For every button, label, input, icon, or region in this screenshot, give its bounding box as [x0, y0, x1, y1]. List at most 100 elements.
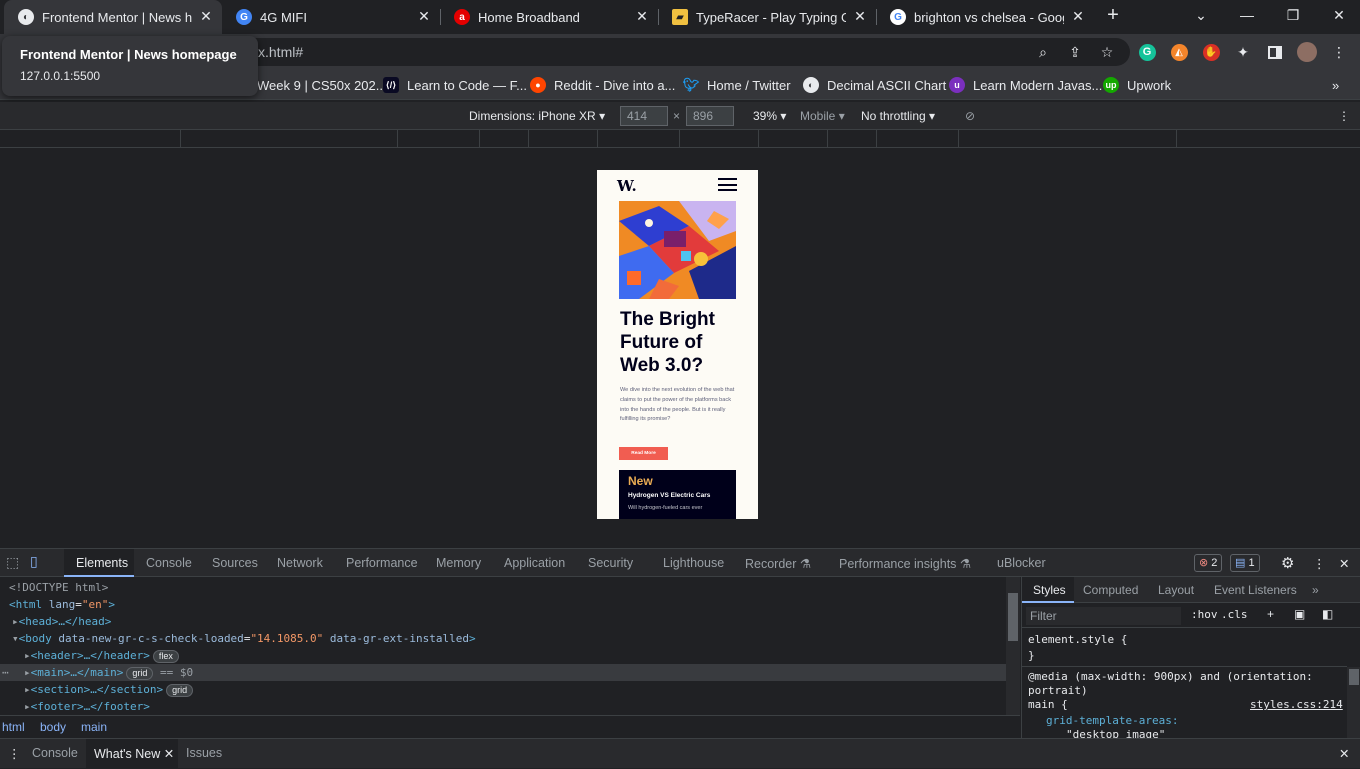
inspect-icon[interactable]: ⬚: [6, 554, 19, 571]
tab-security[interactable]: Security: [588, 556, 633, 570]
dom-dots-icon[interactable]: ⋯: [2, 664, 9, 681]
zoom-select[interactable]: 39% ▾: [753, 109, 786, 123]
expand-arrow-icon[interactable]: ▸: [24, 649, 31, 662]
bookmark-twitter[interactable]: 🐦︎ Home / Twitter: [683, 76, 791, 94]
tab-typeracer[interactable]: ▰ TypeRacer - Play Typing Gam ✕: [658, 0, 876, 34]
tab-recorder[interactable]: Recorder ⚗: [745, 556, 811, 571]
dom-line[interactable]: ▸<section>…</section> grid: [0, 681, 1006, 698]
tab-memory[interactable]: Memory: [436, 556, 481, 570]
dom-tree[interactable]: <!DOCTYPE html> <html lang="en"> ▸<head>…: [0, 577, 1006, 715]
drawer-tab-whats-new[interactable]: What's New ✕: [94, 746, 174, 761]
ublock-icon[interactable]: ✋: [1201, 42, 1221, 62]
expand-arrow-icon[interactable]: ▸: [24, 700, 31, 713]
close-tab-icon[interactable]: ✕: [198, 8, 214, 24]
scroll-thumb[interactable]: [1349, 669, 1359, 685]
close-drawer-icon[interactable]: ✕: [1339, 746, 1349, 761]
bookmark-upwork[interactable]: up Upwork: [1103, 76, 1171, 94]
rotate-icon[interactable]: ⊘: [965, 109, 975, 123]
devtools-more-icon[interactable]: ⋮: [1313, 556, 1326, 571]
collapse-arrow-icon[interactable]: ▾: [12, 632, 19, 645]
tab-4g-mifi[interactable]: G 4G MIFI ✕: [222, 0, 440, 34]
hamburger-menu-icon[interactable]: [718, 178, 737, 191]
extensions-puzzle-icon[interactable]: ✦: [1233, 42, 1253, 62]
drawer-menu-icon[interactable]: ⋮: [8, 746, 21, 761]
new-article-title[interactable]: Hydrogen VS Electric Cars: [628, 492, 727, 499]
close-tab-icon[interactable]: ✕: [1070, 8, 1086, 24]
dom-line[interactable]: <!DOCTYPE html>: [0, 579, 1006, 596]
read-more-button[interactable]: Read More: [619, 447, 668, 460]
grammarly-icon[interactable]: G: [1137, 42, 1157, 62]
address-bar[interactable]: x.html#: [110, 38, 1130, 66]
tab-performance[interactable]: Performance: [346, 556, 418, 570]
bookmark-freecodecamp[interactable]: ⟨/⟩ Learn to Code — F...: [383, 76, 527, 94]
bookmark-ascii[interactable]: ◐ Decimal ASCII Chart: [803, 76, 946, 94]
crumb-body[interactable]: body: [40, 720, 66, 734]
errors-badge[interactable]: ⊗ 2: [1194, 554, 1223, 572]
tab-sources[interactable]: Sources: [212, 556, 258, 570]
close-tab-icon[interactable]: ✕: [634, 8, 650, 24]
toggle-sidebar-icon[interactable]: ◧: [1322, 607, 1333, 621]
bookmark-cs50[interactable]: Week 9 | CS50x 202...: [257, 76, 387, 94]
new-rule-icon[interactable]: +: [1267, 607, 1274, 621]
width-input[interactable]: 414: [620, 106, 668, 126]
zoom-icon[interactable]: ⌕: [1033, 42, 1053, 62]
close-window-button[interactable]: ✕: [1316, 0, 1360, 30]
expand-arrow-icon[interactable]: ▸: [24, 683, 31, 696]
tab-event-listeners[interactable]: Event Listeners: [1214, 583, 1297, 597]
tab-search-icon[interactable]: ⌄: [1178, 0, 1224, 30]
tab-console[interactable]: Console: [146, 556, 192, 570]
tab-application[interactable]: Application: [504, 556, 565, 570]
crumb-html[interactable]: html: [2, 720, 25, 734]
tab-network[interactable]: Network: [277, 556, 323, 570]
drawer-tab-issues[interactable]: Issues: [186, 746, 222, 760]
tab-layout[interactable]: Layout: [1158, 583, 1194, 597]
tab-lighthouse[interactable]: Lighthouse: [663, 556, 724, 570]
paint-icon[interactable]: ▣: [1294, 607, 1305, 621]
expand-arrow-icon[interactable]: ▸: [12, 615, 19, 628]
rule-selector[interactable]: main {: [1028, 698, 1068, 712]
dimensions-select[interactable]: Dimensions: iPhone XR ▾: [469, 109, 605, 123]
more-bookmarks-icon[interactable]: »: [1332, 76, 1339, 94]
bookmark-javascript[interactable]: u Learn Modern Javas...: [949, 76, 1102, 94]
source-link[interactable]: styles.css:214: [1250, 698, 1343, 712]
tab-performance-insights[interactable]: Performance insights ⚗: [839, 556, 971, 571]
hov-toggle[interactable]: :hov: [1191, 608, 1218, 621]
flex-badge[interactable]: flex: [152, 650, 179, 663]
more-menu-icon[interactable]: ⋮: [1329, 42, 1349, 62]
bookmark-star-icon[interactable]: ☆: [1097, 42, 1117, 62]
share-icon[interactable]: ⇪: [1065, 42, 1085, 62]
more-tabs-icon[interactable]: »: [1312, 583, 1319, 597]
new-tab-button[interactable]: +: [1090, 0, 1136, 30]
crumb-main[interactable]: main: [81, 720, 107, 734]
close-devtools-icon[interactable]: ✕: [1339, 556, 1349, 571]
mode-select[interactable]: Mobile ▾: [800, 109, 845, 123]
close-tab-icon[interactable]: ✕: [852, 8, 868, 24]
scroll-thumb[interactable]: [1008, 593, 1018, 641]
drawer-tab-console[interactable]: Console: [32, 746, 78, 760]
restore-button[interactable]: ❐: [1270, 0, 1316, 30]
grid-badge[interactable]: grid: [166, 684, 194, 697]
tab-styles[interactable]: Styles: [1033, 583, 1066, 597]
dom-line-selected[interactable]: ⋯ ▸<main>…</main> grid == $0: [0, 664, 1006, 681]
tab-frontend-mentor[interactable]: ◐ Frontend Mentor | News hom ✕: [4, 0, 222, 34]
side-panel-icon[interactable]: [1265, 42, 1285, 62]
site-logo[interactable]: W.: [617, 177, 637, 195]
emulated-page[interactable]: W. The Bright Future of Web 3.0? We dive…: [597, 170, 758, 519]
dom-line[interactable]: ▾<body data-new-gr-c-s-check-loaded="14.…: [0, 630, 1006, 647]
device-more-icon[interactable]: ⋮: [1338, 109, 1350, 123]
styles-scrollbar[interactable]: [1347, 667, 1360, 738]
close-icon[interactable]: ✕: [164, 747, 174, 761]
tab-computed[interactable]: Computed: [1083, 583, 1138, 597]
messages-badge[interactable]: ▤ 1: [1230, 554, 1260, 572]
dom-line[interactable]: ▸<header>…</header> flex: [0, 647, 1006, 664]
styles-filter-input[interactable]: Filter: [1026, 607, 1181, 625]
device-toggle-icon[interactable]: ▯: [30, 553, 38, 570]
dom-line[interactable]: <html lang="en">: [0, 596, 1006, 613]
element-style-rule[interactable]: element.style {: [1028, 633, 1127, 647]
grid-badge[interactable]: grid: [126, 667, 154, 680]
tab-elements[interactable]: Elements: [76, 556, 128, 570]
extension-orange-icon[interactable]: ◭: [1169, 42, 1189, 62]
height-input[interactable]: 896: [686, 106, 734, 126]
dom-line[interactable]: ▸<head>…</head>: [0, 613, 1006, 630]
tab-ublocker[interactable]: uBlocker: [997, 556, 1046, 570]
